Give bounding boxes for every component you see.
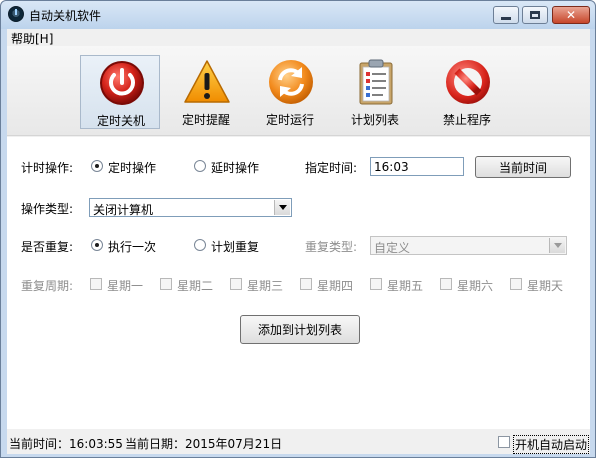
weekday-checkbox-sun[interactable] (510, 278, 522, 290)
minimize-icon (501, 16, 511, 20)
autostart-checkbox[interactable] (498, 436, 510, 448)
tool-label: 定时关机 (96, 114, 145, 128)
tool-label: 计划列表 (350, 113, 399, 127)
weekday-label[interactable]: 星期四 (317, 277, 353, 294)
menu-help[interactable]: 帮助[H] (11, 30, 53, 47)
weekday-label[interactable]: 星期一 (107, 277, 143, 294)
weekday-label[interactable]: 星期天 (527, 277, 563, 294)
weekday-checkbox-thu[interactable] (300, 278, 312, 290)
timer-op-label: 计时操作: (21, 161, 74, 175)
tool-label: 禁止程序 (442, 113, 491, 127)
radio-delayed-op-label[interactable]: 延时操作 (211, 159, 259, 176)
close-icon: ✕ (565, 8, 577, 22)
close-button[interactable]: ✕ (552, 6, 590, 24)
repeat-type-value: 自定义 (374, 241, 411, 255)
shutdown-form: 计时操作: 定时操作 延时操作 指定时间: 16:03 当前时间 操作类型: 关… (7, 137, 590, 454)
maximize-icon (530, 11, 540, 19)
chevron-down-icon[interactable] (549, 238, 565, 253)
tool-label: 定时运行 (265, 113, 314, 127)
maximize-button[interactable] (522, 6, 548, 24)
app-window: 自动关机软件 ✕ 帮助[H] 定时关机 定时提醒 定时运行 计划列表 禁止程序 … (0, 0, 596, 458)
chevron-down-icon[interactable] (274, 200, 290, 215)
toolbar: 定时关机 定时提醒 定时运行 计划列表 禁止程序 (7, 46, 590, 136)
tool-scheduled-run[interactable]: 定时运行 (250, 55, 330, 129)
status-current-date: 当前日期：2015年07月21日 (125, 437, 283, 451)
repeat-period-label: 重复周期: (21, 279, 74, 293)
tool-reminder[interactable]: 定时提醒 (166, 55, 246, 129)
repeat-label: 是否重复: (21, 240, 74, 254)
autostart-label[interactable]: 开机自动启动 (513, 435, 590, 454)
op-type-value: 关闭计算机 (93, 203, 154, 217)
weekday-label[interactable]: 星期二 (177, 277, 213, 294)
tool-shutdown-timer[interactable]: 定时关机 (80, 55, 160, 129)
radio-run-once[interactable] (91, 239, 103, 251)
status-bar: 当前时间：16:03:55 当前日期：2015年07月21日 开机自动启动 (7, 429, 590, 454)
app-power-icon (8, 6, 24, 22)
weekday-checkbox-wed[interactable] (230, 278, 242, 290)
radio-delayed-op[interactable] (194, 160, 206, 172)
clipboard-list-icon (359, 59, 393, 105)
weekday-label[interactable]: 星期五 (387, 277, 423, 294)
weekday-checkbox-mon[interactable] (90, 278, 102, 290)
op-type-select[interactable]: 关闭计算机 (89, 198, 292, 217)
prohibited-icon (446, 60, 490, 104)
radio-plan-repeat[interactable] (194, 239, 206, 251)
radio-run-once-label[interactable]: 执行一次 (108, 238, 156, 255)
specified-time-input[interactable]: 16:03 (370, 157, 464, 176)
weekday-label[interactable]: 星期六 (457, 277, 493, 294)
current-time-button[interactable]: 当前时间 (475, 156, 571, 178)
minimize-button[interactable] (493, 6, 519, 24)
title-bar[interactable]: 自动关机软件 ✕ (1, 1, 595, 29)
tool-label: 定时提醒 (181, 113, 230, 127)
weekday-checkbox-fri[interactable] (370, 278, 382, 290)
tool-block-program[interactable]: 禁止程序 (427, 55, 507, 129)
weekday-checkbox-sat[interactable] (440, 278, 452, 290)
radio-scheduled-op-label[interactable]: 定时操作 (108, 159, 156, 176)
repeat-type-label: 重复类型: (305, 240, 358, 254)
repeat-type-select[interactable]: 自定义 (370, 236, 567, 255)
client-area: 帮助[H] 定时关机 定时提醒 定时运行 计划列表 禁止程序 计时操作: 定时操… (7, 29, 590, 454)
refresh-icon (269, 60, 313, 104)
menu-bar: 帮助[H] (7, 29, 590, 46)
add-to-plan-button[interactable]: 添加到计划列表 (240, 315, 360, 344)
weekday-checkbox-tue[interactable] (160, 278, 172, 290)
weekday-label[interactable]: 星期三 (247, 277, 283, 294)
power-icon (100, 61, 144, 105)
status-current-time: 当前时间：16:03:55 (9, 437, 123, 451)
tool-plan-list[interactable]: 计划列表 (335, 55, 415, 129)
op-type-label: 操作类型: (21, 202, 74, 216)
warning-icon (184, 60, 230, 103)
window-title: 自动关机软件 (29, 9, 102, 23)
radio-plan-repeat-label[interactable]: 计划重复 (211, 238, 259, 255)
specified-time-label: 指定时间: (305, 161, 358, 175)
radio-scheduled-op[interactable] (91, 160, 103, 172)
